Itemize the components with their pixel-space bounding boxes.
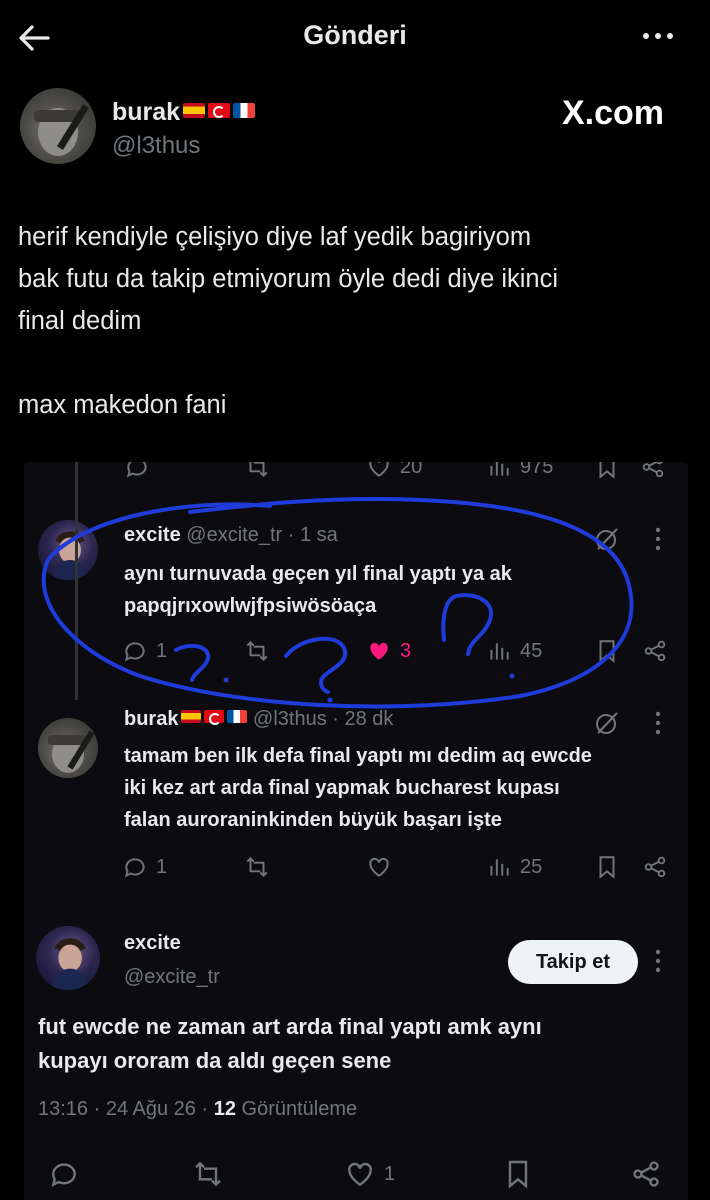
reply-icon[interactable] xyxy=(124,462,150,480)
like-count: 1 xyxy=(384,1162,396,1185)
share-icon[interactable] xyxy=(640,462,666,480)
like-button[interactable]: 20 xyxy=(366,462,422,480)
avatar[interactable] xyxy=(36,926,100,990)
more-options-icon[interactable] xyxy=(654,948,662,974)
action-bar: 1 25 xyxy=(24,854,688,884)
bookmark-icon[interactable] xyxy=(502,1158,534,1190)
reply-count: 1 xyxy=(156,639,168,662)
like-button[interactable]: 1 xyxy=(344,1158,395,1190)
reply-author-handle: @l3thus xyxy=(253,708,327,730)
views-label: Görüntüleme xyxy=(241,1098,358,1120)
reply-icon xyxy=(124,858,145,878)
views-count: 45 xyxy=(520,639,543,662)
avatar[interactable] xyxy=(38,718,98,778)
retweet-icon[interactable] xyxy=(244,854,270,880)
thread-line xyxy=(75,462,78,700)
reply-text: tamam ben ilk defa final yaptı mı dedim … xyxy=(124,740,592,836)
action-bar: 1 3 45 xyxy=(24,638,688,668)
author-name[interactable]: burak xyxy=(112,98,256,127)
like-button[interactable]: 3 xyxy=(366,638,411,664)
bookmark-icon[interactable] xyxy=(594,638,620,664)
tweet-line: final dedim xyxy=(18,307,142,335)
turkey-flag-icon xyxy=(208,103,231,118)
views-button[interactable]: 45 xyxy=(486,638,542,664)
retweet-icon[interactable] xyxy=(192,1158,224,1190)
author-handle[interactable]: @l3thus xyxy=(112,132,200,160)
views-icon xyxy=(490,859,509,876)
tweet-meta: 13:16 · 24 Ağu 26 · 12 Görüntüleme xyxy=(38,1098,357,1121)
tweet-time[interactable]: 13:16 xyxy=(38,1098,88,1120)
bookmark-icon[interactable] xyxy=(594,462,620,480)
views-icon xyxy=(490,643,509,660)
watermark-logo: X.com xyxy=(562,94,665,132)
reply-author-name: burak xyxy=(124,708,179,730)
share-icon[interactable] xyxy=(642,638,668,664)
reply-count: 1 xyxy=(156,855,168,878)
like-count: 20 xyxy=(400,462,423,478)
tweet-body: herif kendiyle çelişiyo diye laf yedik b… xyxy=(18,216,698,426)
reply-text: aynı turnuvada geçen yıl final yaptı ya … xyxy=(124,558,512,622)
action-bar: 1 xyxy=(24,1158,688,1194)
spain-flag-icon xyxy=(181,710,202,723)
france-flag-icon xyxy=(227,710,248,723)
follow-button[interactable]: Takip et xyxy=(508,940,638,984)
tweet-text: fut ewcde ne zaman art arda final yaptı … xyxy=(38,1010,542,1078)
reply-line: iki kez art arda final yapmak bucharest … xyxy=(124,777,560,799)
tweet-author-handle[interactable]: @excite_tr xyxy=(124,966,220,988)
reply-time: · 1 sa xyxy=(287,524,338,546)
france-flag-icon xyxy=(233,103,256,118)
tweet-line: fut ewcde ne zaman art arda final yaptı … xyxy=(38,1014,542,1039)
reply-button[interactable]: 1 xyxy=(122,854,167,880)
reply-time: · 28 dk xyxy=(332,708,394,730)
page-title: Gönderi xyxy=(303,20,407,50)
views-count: 975 xyxy=(520,462,554,478)
author-name-text: burak xyxy=(112,98,181,126)
action-bar: 20 975 xyxy=(24,462,688,484)
reply-icon[interactable] xyxy=(48,1158,80,1190)
turkey-flag-icon xyxy=(204,710,225,725)
views-count: 25 xyxy=(520,855,543,878)
tweet-line: max makedon fani xyxy=(18,391,227,419)
reply-line: falan auroraninkinden büyük başarı işte xyxy=(124,809,502,831)
heart-icon[interactable] xyxy=(366,854,392,880)
heart-icon xyxy=(369,462,389,477)
spain-flag-icon xyxy=(183,103,206,118)
reply-button[interactable]: 1 xyxy=(122,638,167,664)
tweet-line: herif kendiyle çelişiyo diye laf yedik b… xyxy=(18,223,532,251)
heart-filled-icon xyxy=(370,642,388,660)
retweet-icon[interactable] xyxy=(244,638,270,664)
views-icon xyxy=(490,462,509,476)
views-button[interactable]: 25 xyxy=(486,854,542,880)
tweet-line: kupayı ororam da aldı geçen sene xyxy=(38,1048,392,1073)
reply-line: tamam ben ilk defa final yaptı mı dedim … xyxy=(124,745,592,767)
tweet-line: bak futu da takip etmiyorum öyle dedi di… xyxy=(18,265,559,293)
reply-icon xyxy=(124,642,145,662)
heart-icon xyxy=(348,1162,372,1187)
reply-author[interactable]: burak @l3thus · 28 dk xyxy=(124,708,393,731)
more-options-icon[interactable] xyxy=(654,526,662,552)
more-options-icon[interactable] xyxy=(654,710,662,736)
share-icon[interactable] xyxy=(642,854,668,880)
share-icon[interactable] xyxy=(630,1158,662,1190)
grok-icon[interactable] xyxy=(594,710,620,736)
reply-author-handle: @excite_tr xyxy=(186,524,283,546)
avatar[interactable] xyxy=(38,520,98,580)
bookmark-icon[interactable] xyxy=(594,854,620,880)
retweet-icon[interactable] xyxy=(244,462,270,480)
views-button[interactable]: 975 xyxy=(486,462,553,480)
like-count: 3 xyxy=(400,639,412,662)
avatar[interactable] xyxy=(20,88,96,164)
tweet-date[interactable]: · 24 Ağu 26 · xyxy=(94,1098,209,1120)
reply-line: aynı turnuvada geçen yıl final yaptı ya … xyxy=(124,563,512,585)
reply-line: papqjrıxowlwjfpsiwösöaça xyxy=(124,595,377,617)
more-options-icon[interactable] xyxy=(638,26,678,46)
tweet-author-name[interactable]: excite xyxy=(124,932,181,955)
embedded-screenshot: 20 975 excite @excite_tr · 1 sa aynı tur… xyxy=(24,462,688,1200)
view-count: 12 xyxy=(213,1098,236,1120)
reply-author-name: excite xyxy=(124,524,181,546)
reply-author[interactable]: excite @excite_tr · 1 sa xyxy=(124,524,338,547)
grok-icon[interactable] xyxy=(594,526,620,552)
